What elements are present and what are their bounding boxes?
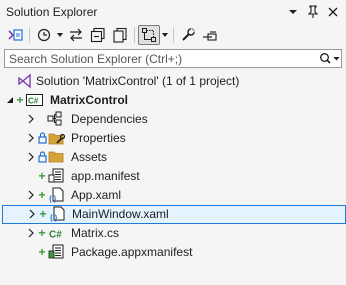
dependencies-icon bbox=[47, 111, 65, 127]
collapsed-arrow-icon[interactable] bbox=[26, 189, 36, 201]
toolbar-separator bbox=[173, 27, 174, 43]
search-options-dropdown[interactable] bbox=[317, 50, 341, 67]
tree-item-properties[interactable]: Properties bbox=[0, 129, 346, 148]
tree-item-app-manifest[interactable]: + app.manifest bbox=[0, 167, 346, 186]
panel-title: Solution Explorer bbox=[6, 5, 98, 19]
close-button[interactable] bbox=[324, 3, 342, 21]
pending-changes-filter-button[interactable] bbox=[138, 25, 160, 45]
solution-explorer-toolbar bbox=[0, 24, 346, 46]
auto-hide-button[interactable] bbox=[304, 3, 322, 21]
toolbar-separator bbox=[29, 27, 30, 43]
tree-item-label: Dependencies bbox=[71, 112, 148, 126]
collapsed-arrow-icon[interactable] bbox=[27, 208, 37, 220]
tree-item-solution[interactable]: Solution 'MatrixControl' (1 of 1 project… bbox=[0, 72, 346, 91]
tree-item-label: MainWindow.xaml bbox=[72, 207, 169, 221]
git-added-icon: + bbox=[38, 245, 46, 259]
collapse-all-button[interactable] bbox=[87, 25, 109, 45]
switch-views-button[interactable] bbox=[4, 25, 26, 45]
preview-selected-items-button[interactable] bbox=[199, 25, 221, 45]
appxmanifest-file-icon bbox=[48, 244, 66, 260]
preview-icon bbox=[203, 31, 217, 41]
xaml-file-icon: { } bbox=[48, 187, 66, 203]
tree-item-label: Solution 'MatrixControl' (1 of 1 project… bbox=[36, 74, 240, 88]
chevron-down-icon bbox=[289, 10, 297, 14]
history-icon bbox=[37, 28, 51, 42]
tree-item-package-appxmanifest[interactable]: + Package.appxmanifest bbox=[0, 243, 346, 262]
git-added-icon: + bbox=[38, 188, 46, 202]
collapse-all-icon bbox=[90, 27, 105, 43]
git-added-icon: + bbox=[38, 226, 46, 240]
sync-with-active-document-button[interactable] bbox=[65, 25, 87, 45]
expanded-arrow-icon[interactable] bbox=[5, 94, 15, 106]
tree-item-dependencies[interactable]: Dependencies bbox=[0, 110, 346, 129]
visual-studio-solution-icon bbox=[17, 73, 33, 89]
collapsed-arrow-icon[interactable] bbox=[26, 132, 36, 144]
show-all-files-icon bbox=[113, 27, 127, 43]
history-button[interactable] bbox=[33, 25, 55, 45]
git-added-icon: + bbox=[39, 207, 47, 221]
manifest-file-icon bbox=[48, 168, 66, 184]
properties-folder-icon bbox=[48, 130, 66, 146]
panel-titlebar: Solution Explorer bbox=[0, 0, 346, 24]
properties-button[interactable] bbox=[177, 25, 199, 45]
tree-item-label: Assets bbox=[71, 150, 108, 164]
lock-icon bbox=[37, 131, 47, 145]
filter-dropdown[interactable] bbox=[160, 25, 170, 45]
tree-item-matrix-cs[interactable]: + C# Matrix.cs bbox=[0, 224, 346, 243]
window-position-dropdown[interactable] bbox=[284, 3, 302, 21]
git-added-icon: + bbox=[16, 93, 24, 107]
git-added-icon: + bbox=[38, 169, 46, 183]
collapsed-arrow-icon[interactable] bbox=[26, 151, 36, 163]
csharp-file-icon: C# bbox=[48, 225, 66, 241]
switch-views-icon bbox=[8, 29, 23, 41]
chevron-down-icon bbox=[57, 33, 63, 37]
svg-text:C#: C# bbox=[49, 230, 62, 241]
sync-icon bbox=[70, 28, 82, 42]
chevron-down-icon bbox=[162, 33, 168, 37]
chevron-down-icon bbox=[333, 57, 339, 61]
pending-changes-filter-icon bbox=[142, 28, 156, 42]
search-icon bbox=[319, 52, 331, 64]
tree-item-mainwindow-xaml[interactable]: + { } MainWindow.xaml bbox=[2, 205, 346, 224]
svg-text:{ }: { } bbox=[49, 196, 57, 203]
wrench-icon bbox=[182, 28, 195, 41]
collapsed-arrow-icon[interactable] bbox=[26, 227, 36, 239]
show-all-files-button[interactable] bbox=[109, 25, 131, 45]
xaml-file-icon: { } bbox=[49, 206, 67, 222]
svg-text:{ }: { } bbox=[50, 215, 58, 222]
tree-item-assets[interactable]: Assets bbox=[0, 148, 346, 167]
tree-item-label: Matrix.cs bbox=[71, 226, 119, 240]
tree-item-project[interactable]: + C# MatrixControl bbox=[0, 91, 346, 110]
tree-item-label: Package.appxmanifest bbox=[71, 245, 193, 259]
search-box bbox=[4, 49, 342, 68]
tree-item-app-xaml[interactable]: + { } App.xaml bbox=[0, 186, 346, 205]
folder-icon bbox=[48, 149, 66, 165]
lock-icon bbox=[37, 150, 47, 164]
csharp-project-icon: C# bbox=[26, 92, 44, 108]
toolbar-separator bbox=[134, 27, 135, 43]
tree-item-label: Properties bbox=[71, 131, 126, 145]
svg-text:C#: C# bbox=[28, 97, 39, 106]
tree-item-label: MatrixControl bbox=[50, 93, 128, 107]
tree-item-label: App.xaml bbox=[71, 188, 122, 202]
pin-icon bbox=[307, 5, 319, 18]
tree-item-label: app.manifest bbox=[71, 169, 140, 183]
collapsed-arrow-icon[interactable] bbox=[26, 113, 36, 125]
search-input[interactable] bbox=[5, 51, 317, 66]
history-dropdown[interactable] bbox=[55, 25, 65, 45]
close-icon bbox=[328, 7, 338, 17]
